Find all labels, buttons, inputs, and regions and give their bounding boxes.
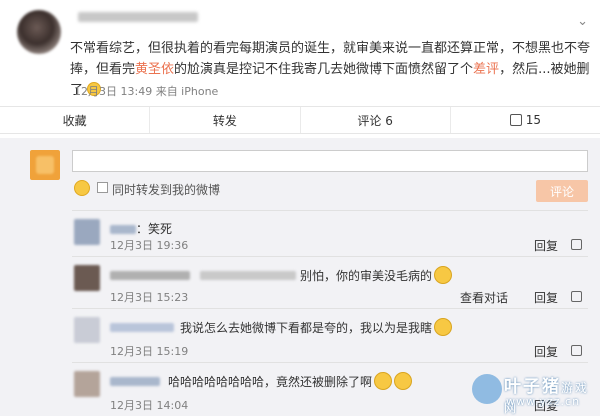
submit-comment-button[interactable]: 评论 [536, 180, 588, 202]
highlight-link[interactable]: 黄圣依 [135, 62, 174, 77]
comment-item: ：笑死 12月3日 19:36 回复 [72, 210, 588, 256]
commenter-avatar[interactable] [74, 317, 100, 343]
my-avatar [30, 150, 60, 180]
watermark-brand: 叶子猪游戏网 [504, 377, 590, 415]
author-name-blurred[interactable] [78, 12, 198, 22]
emoji-icon [374, 372, 393, 390]
comment-item: 别怕，你的审美没毛病的 12月3日 15:23 查看对话 回复 [72, 256, 588, 308]
comment-item: 我说怎么去她微博下看都是夸的，我以为是我瞎 12月3日 15:19 回复 [72, 308, 588, 362]
comment-time: 12月3日 19:36 [110, 239, 189, 252]
comment-text: 哈哈哈哈哈哈哈哈，竟然还被删除了啊 [168, 372, 413, 390]
reply-button[interactable]: 回复 [534, 343, 558, 360]
emoji-icon [434, 266, 453, 284]
watermark-url: www.yzz.cn [506, 395, 581, 408]
reply-button[interactable]: 回复 [534, 237, 558, 254]
comment-time: 12月3日 14:04 [110, 399, 189, 412]
comment-input[interactable] [72, 150, 588, 172]
comment-time: 12月3日 15:23 [110, 291, 189, 304]
thumbs-up-icon[interactable] [571, 239, 582, 250]
emoji-icon [394, 372, 413, 390]
smile-icon[interactable] [74, 180, 90, 196]
author-avatar[interactable] [17, 10, 61, 54]
action-bar: 收藏 转发 评论 6 15 [0, 106, 600, 134]
thumbs-up-icon [509, 114, 522, 126]
forward-button[interactable]: 转发 [150, 107, 301, 133]
thumbs-up-icon[interactable] [571, 345, 582, 356]
favorite-button[interactable]: 收藏 [0, 107, 151, 133]
post-time: 12月3日 13:49 来自 iPhone [74, 85, 219, 98]
commenter-name[interactable] [110, 225, 136, 234]
comment-button[interactable]: 评论 6 [301, 107, 451, 133]
emoji-icon [434, 318, 453, 336]
weibo-post: ⌄ 不常看综艺，但很执着的看完每期演员的诞生，就审美来说一直都还算正常，不想黑也… [0, 0, 600, 104]
forward-checkbox[interactable] [97, 182, 108, 193]
commenter-avatar[interactable] [74, 371, 100, 397]
chevron-down-icon[interactable]: ⌄ [577, 14, 588, 29]
highlight-link-2[interactable]: 差评 [473, 62, 499, 77]
comment-text: ：笑死 [136, 222, 173, 236]
commenter-name[interactable] [110, 377, 160, 386]
thumbs-up-icon[interactable] [571, 291, 582, 302]
like-button[interactable]: 15 [451, 107, 600, 133]
comment-text: 别怕，你的审美没毛病的 [300, 266, 453, 284]
view-dialog-link[interactable]: 查看对话 [460, 289, 508, 306]
commenter-avatar[interactable] [74, 265, 100, 291]
commenter-avatar[interactable] [74, 219, 100, 245]
site-watermark: 叶子猪游戏网 www.yzz.cn [470, 370, 596, 415]
commenter-name-extra [200, 271, 296, 280]
reply-button[interactable]: 回复 [534, 289, 558, 306]
comment-text: 我说怎么去她微博下看都是夸的，我以为是我瞎 [180, 318, 453, 336]
forward-label: 同时转发到我的微博 [112, 183, 221, 197]
comment-time: 12月3日 15:19 [110, 345, 189, 358]
commenter-name[interactable] [110, 323, 174, 332]
commenter-name[interactable] [110, 271, 190, 280]
leaf-logo-icon [472, 374, 502, 404]
